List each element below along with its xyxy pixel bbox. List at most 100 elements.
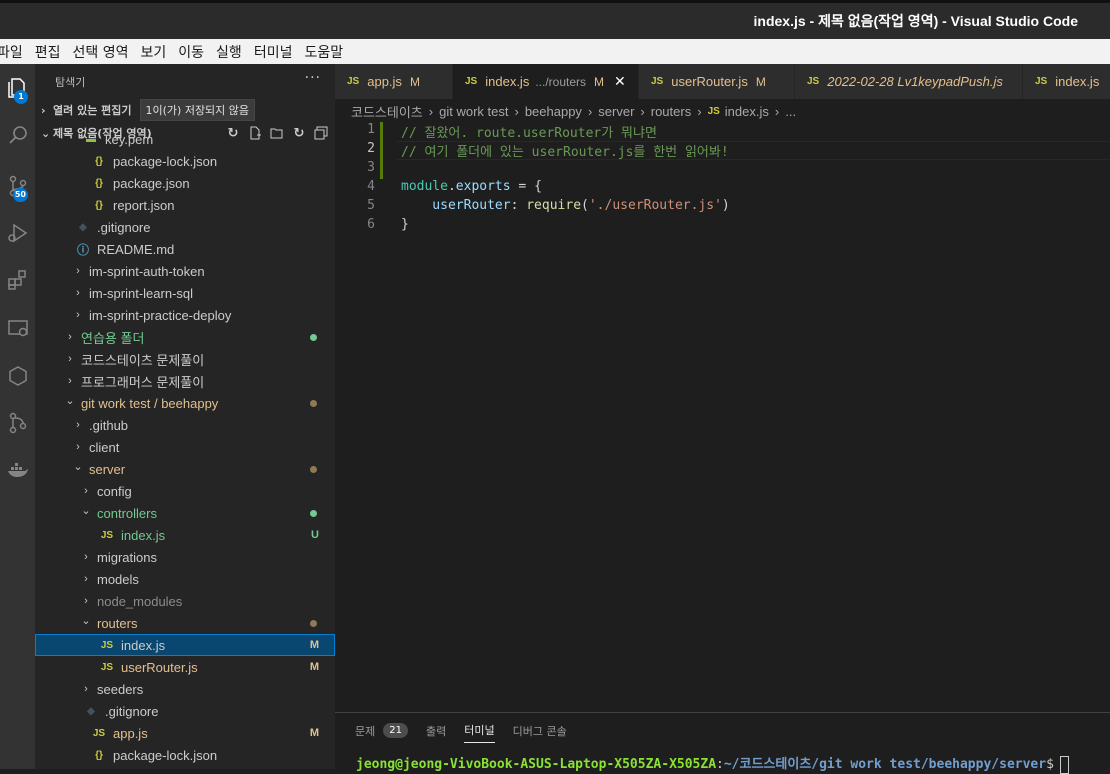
tree-folder[interactable]: › models <box>35 568 335 590</box>
tree-folder[interactable]: › seeders <box>35 678 335 700</box>
tree-folder[interactable]: ⌄ server <box>35 458 335 480</box>
tree-file[interactable]: ⓘ README.md <box>35 238 335 260</box>
panel-tab-label: 터미널 <box>464 724 495 737</box>
run-debug-icon[interactable] <box>0 213 35 253</box>
tree-folder[interactable]: › client <box>35 436 335 458</box>
breadcrumb-item[interactable]: beehappy <box>525 104 582 119</box>
code-token: // 잘왔어. route.userRouter가 뭐냐면 <box>401 126 657 141</box>
docker-icon[interactable] <box>0 450 35 490</box>
tree-folder[interactable]: › node_modules <box>35 590 335 612</box>
menu-item-4[interactable]: 이동 <box>173 42 209 62</box>
code-token: require <box>526 198 582 213</box>
menu-item-3[interactable]: 보기 <box>136 42 172 62</box>
terminal[interactable]: jeong@jeong-VivoBook-ASUS-Laptop-X505ZA-… <box>356 753 1069 774</box>
breadcrumb-item[interactable]: routers <box>651 104 691 119</box>
tree-item-label: 프로그래머스 문제풀이 <box>81 374 205 390</box>
panel-tab[interactable]: 문제 21 <box>355 723 408 743</box>
json-file-icon: {} <box>95 177 103 189</box>
menu-item-6[interactable]: 터미널 <box>249 42 298 62</box>
menu-item-1[interactable]: 편집 <box>30 42 66 62</box>
tree-folder[interactable]: › im-sprint-learn-sql <box>35 282 335 304</box>
chevron-right-icon: › <box>84 683 88 695</box>
tree-folder[interactable]: ⌄ routers <box>35 612 335 634</box>
tree-item-label: key.pem <box>105 131 154 147</box>
menu-item-0[interactable]: 파일 <box>0 42 28 62</box>
menu-item-7[interactable]: 도움말 <box>299 42 348 62</box>
js-file-icon: JS <box>707 105 720 117</box>
breadcrumb-item[interactable]: 코드스테이츠 <box>351 102 423 121</box>
panel-tab[interactable]: 디버그 콘솔 <box>513 723 567 743</box>
chevron-down-icon: ⌄ <box>81 504 91 517</box>
chevron-right-icon: › <box>84 485 88 497</box>
tree-file[interactable]: JS index.js M <box>35 634 335 656</box>
tree-folder[interactable]: › .github <box>35 414 335 436</box>
editor-tab[interactable]: JS index.js <box>1023 64 1110 99</box>
breadcrumb-item[interactable]: ... <box>785 104 796 119</box>
tree-item-label: .gitignore <box>97 219 151 235</box>
git-graph-icon[interactable] <box>0 403 35 443</box>
tree-file[interactable]: ◆ .gitignore <box>35 216 335 238</box>
source-control-icon[interactable]: 50 <box>0 166 35 206</box>
tree-item-label: migrations <box>97 549 157 565</box>
tree-file[interactable]: ▬ key.pem <box>35 128 335 150</box>
bottom-panel: 문제 21 출력 터미널 디버그 콘솔 jeong@jeong-VivoBook-ASU… <box>335 712 1110 774</box>
line-number: 2 <box>367 141 375 156</box>
code-token: } <box>401 217 409 232</box>
panel-tab[interactable]: 출력 <box>426 723 446 743</box>
more-actions-icon[interactable]: ··· <box>305 70 321 86</box>
git-status-badge: M <box>309 661 319 673</box>
menu-item-2[interactable]: 선택 영역 <box>68 42 134 62</box>
panel-tab[interactable]: 터미널 <box>464 722 495 743</box>
editor-tab[interactable]: JS index.js .../routers M ✕ <box>453 64 639 99</box>
code-line: 5 userRouter: require('./userRouter.js') <box>335 198 1110 217</box>
editor-tab[interactable]: JS userRouter.js M <box>639 64 795 99</box>
tree-folder[interactable]: › config <box>35 480 335 502</box>
js-file-icon: JS <box>92 727 106 739</box>
editor-tab[interactable]: JS app.js M <box>335 64 453 99</box>
tree-file[interactable]: JS index.js U <box>35 524 335 546</box>
tree-folder[interactable]: › im-sprint-practice-deploy <box>35 304 335 326</box>
tree-file[interactable]: ◆ .gitignore <box>35 700 335 722</box>
editor-tab[interactable]: JS 2022-02-28 Lv1keypadPush.js <box>795 64 1023 99</box>
close-icon[interactable]: ✕ <box>614 73 626 90</box>
search-icon[interactable] <box>0 115 35 155</box>
tree-item-label: package-lock.json <box>113 153 218 169</box>
tree-item-label: package.json <box>113 175 190 191</box>
tree-folder[interactable]: ⌄ git work test / beehappy <box>35 392 335 414</box>
open-editors-section[interactable]: › 열려 있는 편집기 1이(가) 저장되지 않음 <box>35 99 335 121</box>
breadcrumb-item[interactable]: git work test <box>439 104 508 119</box>
code-token: = { <box>510 179 542 194</box>
line-number: 1 <box>367 122 375 137</box>
tree-file[interactable]: {} package-lock.json <box>35 150 335 172</box>
panel-tab-label: 문제 <box>355 724 376 738</box>
tree-file[interactable]: {} package-lock.json <box>35 744 335 766</box>
chevron-right-icon: › <box>76 265 80 277</box>
tree-file[interactable]: JS userRouter.js M <box>35 656 335 678</box>
breadcrumb-item[interactable]: server <box>598 104 634 119</box>
files-icon[interactable]: 1 <box>0 68 35 108</box>
menu-item-5[interactable]: 실행 <box>211 42 247 62</box>
tree-file[interactable]: JS app.js M <box>35 722 335 744</box>
code-token: // 여기 폴더에 있는 userRouter.js를 한번 읽어봐! <box>401 145 729 160</box>
chevron-right-icon: › <box>76 309 80 321</box>
git-status-dot <box>310 619 317 627</box>
cube-icon[interactable] <box>0 356 35 396</box>
breadcrumb-item[interactable]: index.js <box>725 104 769 119</box>
js-file-icon: JS <box>100 639 114 651</box>
tree-folder[interactable]: › im-sprint-auth-token <box>35 260 335 282</box>
tree-folder[interactable]: › 연습용 폴더 <box>35 326 335 348</box>
extensions-icon[interactable] <box>0 260 35 300</box>
remote-explorer-icon[interactable] <box>0 309 35 349</box>
code-text: // 여기 폴더에 있는 userRouter.js를 한번 읽어봐! <box>401 141 729 160</box>
tree-folder[interactable]: ⌄ controllers <box>35 502 335 524</box>
chevron-down-icon: ⌄ <box>73 460 83 473</box>
json-file-icon: {} <box>95 749 103 761</box>
tree-file[interactable]: {} package.json <box>35 172 335 194</box>
js-file-icon: JS <box>1035 76 1048 87</box>
tree-folder[interactable]: › 프로그래머스 문제풀이 <box>35 370 335 392</box>
tree-folder[interactable]: › migrations <box>35 546 335 568</box>
tree-file[interactable]: {} report.json <box>35 194 335 216</box>
tree-item-label: seeders <box>97 681 144 697</box>
tab-modified-badge: M <box>409 74 420 89</box>
tree-folder[interactable]: › 코드스테이츠 문제풀이 <box>35 348 335 370</box>
